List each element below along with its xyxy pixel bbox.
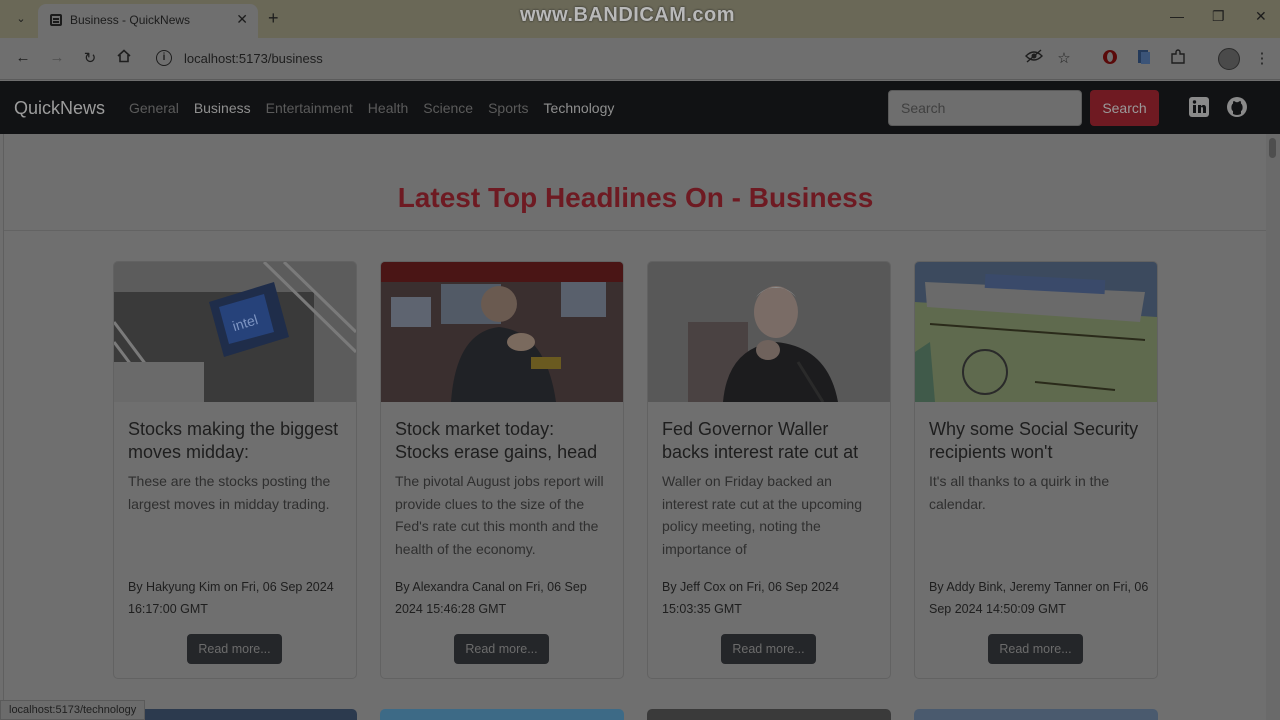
news-card: Why some Social Security recipients won'… bbox=[914, 261, 1158, 679]
scrollbar-thumb[interactable] bbox=[1269, 138, 1276, 158]
nav-link-entertainment[interactable]: Entertainment bbox=[266, 100, 353, 116]
next-card-image bbox=[113, 709, 357, 720]
next-card-image bbox=[380, 709, 624, 720]
card-title[interactable]: Stocks making the biggest moves midday: bbox=[128, 418, 344, 466]
back-arrow-icon[interactable]: ← bbox=[13, 49, 33, 66]
site-info-icon[interactable]: i bbox=[156, 50, 172, 66]
nav-link-health[interactable]: Health bbox=[368, 100, 408, 116]
browser-toolbar: ← → ↻ i localhost:5173/business ☆ ⋮ bbox=[0, 38, 1280, 80]
page-scrollbar[interactable] bbox=[1266, 134, 1280, 720]
linkedin-icon[interactable] bbox=[1188, 96, 1210, 118]
forward-arrow-icon[interactable]: → bbox=[47, 49, 67, 66]
news-favicon-icon bbox=[50, 14, 62, 26]
read-more-button[interactable]: Read more... bbox=[988, 634, 1083, 664]
read-more-button[interactable]: Read more... bbox=[454, 634, 549, 664]
read-more-button[interactable]: Read more... bbox=[721, 634, 816, 664]
restore-icon[interactable]: ❐ bbox=[1212, 8, 1225, 25]
next-card-image bbox=[647, 709, 891, 720]
home-icon[interactable] bbox=[114, 49, 134, 67]
card-description: The pivotal August jobs report will prov… bbox=[395, 473, 604, 557]
nav-link-business[interactable]: Business bbox=[194, 100, 251, 116]
minimize-icon[interactable]: — bbox=[1170, 8, 1184, 24]
recording-watermark: www.BANDICAM.com bbox=[520, 4, 736, 26]
github-icon[interactable] bbox=[1226, 96, 1248, 118]
eye-off-icon[interactable] bbox=[1024, 49, 1044, 67]
article-image-intel-chip: intel bbox=[114, 262, 356, 403]
browser-tab[interactable]: Business - QuickNews ✕ bbox=[38, 4, 258, 38]
article-image-fed-governor bbox=[648, 262, 890, 403]
headline-divider bbox=[4, 230, 1267, 231]
extensions-puzzle-icon[interactable] bbox=[1168, 49, 1188, 69]
article-image-trading-floor bbox=[381, 262, 623, 402]
card-description: These are the stocks posting the largest… bbox=[128, 473, 331, 512]
card-description: Waller on Friday backed an interest rate… bbox=[662, 473, 862, 557]
address-bar[interactable]: localhost:5173/business bbox=[184, 51, 323, 66]
article-image-social-security-check bbox=[915, 262, 1157, 402]
browser-tab-bar: ⌄ Business - QuickNews ✕ + www.BANDICAM.… bbox=[0, 0, 1280, 38]
card-byline: By Hakyung Kim on Fri, 06 Sep 2024 16:17… bbox=[128, 580, 334, 616]
read-more-button[interactable]: Read more... bbox=[187, 634, 282, 664]
page-headline: Latest Top Headlines On - Business bbox=[397, 182, 874, 213]
nav-link-technology[interactable]: Technology bbox=[544, 100, 615, 116]
nav-link-sports[interactable]: Sports bbox=[488, 100, 528, 116]
brand-logo[interactable]: QuickNews bbox=[14, 98, 105, 119]
profile-avatar[interactable] bbox=[1218, 48, 1240, 70]
link-status-bar: localhost:5173/technology bbox=[0, 700, 146, 720]
news-card: Fed Governor Waller backs interest rate … bbox=[647, 261, 891, 679]
card-byline: By Jeff Cox on Fri, 06 Sep 2024 15:03:35… bbox=[662, 580, 839, 616]
main-content: Latest Top Headlines On - Business intel… bbox=[3, 134, 1267, 720]
card-title[interactable]: Why some Social Security recipients won'… bbox=[929, 418, 1145, 466]
tab-close-icon[interactable]: ✕ bbox=[236, 11, 248, 28]
nav-link-science[interactable]: Science bbox=[423, 100, 473, 116]
opera-extension-icon[interactable] bbox=[1100, 49, 1120, 69]
card-byline: By Alexandra Canal on Fri, 06 Sep 2024 1… bbox=[395, 580, 587, 616]
app-navbar: QuickNews General Business Entertainment… bbox=[0, 81, 1280, 134]
window-close-icon[interactable]: ✕ bbox=[1255, 8, 1267, 25]
search-input[interactable] bbox=[888, 90, 1082, 126]
reload-icon[interactable]: ↻ bbox=[80, 49, 100, 67]
news-card: Stock market today: Stocks erase gains, … bbox=[380, 261, 624, 679]
nav-link-general[interactable]: General bbox=[129, 100, 179, 116]
card-byline: By Addy Bink, Jeremy Tanner on Fri, 06 S… bbox=[929, 580, 1149, 616]
more-menu-icon[interactable]: ⋮ bbox=[1252, 49, 1272, 67]
translate-extension-icon[interactable] bbox=[1134, 49, 1154, 69]
tab-title: Business - QuickNews bbox=[70, 13, 191, 27]
tab-search-chevron-icon[interactable]: ⌄ bbox=[12, 10, 30, 28]
next-card-image bbox=[914, 709, 1158, 720]
new-tab-icon[interactable]: + bbox=[268, 8, 279, 29]
bookmark-star-icon[interactable]: ☆ bbox=[1054, 49, 1074, 67]
news-card: intel Stocks making the biggest moves mi… bbox=[113, 261, 357, 679]
card-description: It's all thanks to a quirk in the calend… bbox=[929, 473, 1110, 512]
category-nav: General Business Entertainment Health Sc… bbox=[129, 100, 614, 116]
search-button[interactable]: Search bbox=[1090, 90, 1159, 126]
card-title[interactable]: Fed Governor Waller backs interest rate … bbox=[662, 418, 878, 466]
card-title[interactable]: Stock market today: Stocks erase gains, … bbox=[395, 418, 611, 466]
